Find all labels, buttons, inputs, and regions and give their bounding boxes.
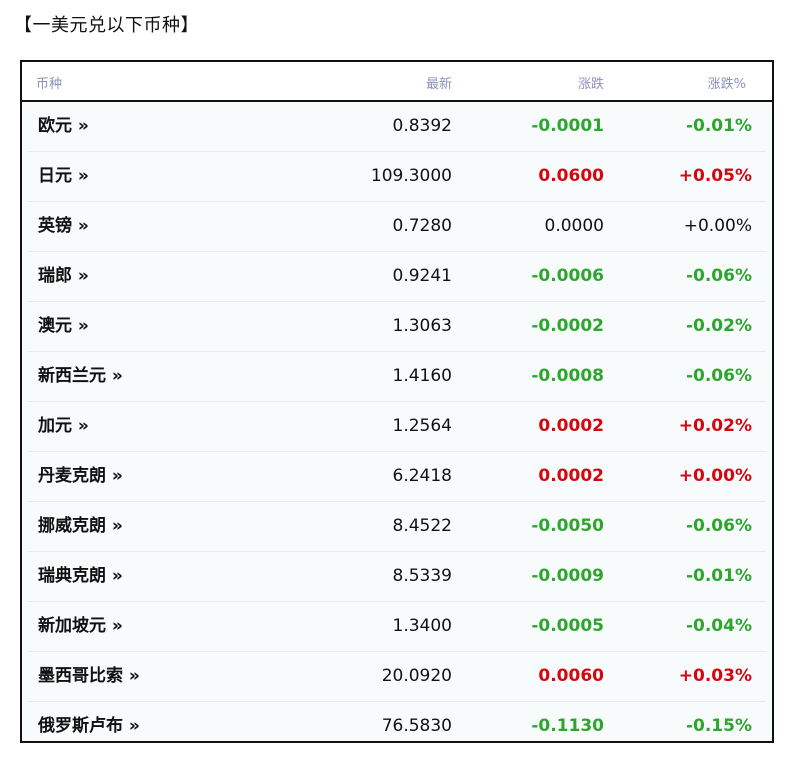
currency-name-link[interactable]: 墨西哥比索 » xyxy=(38,666,140,686)
change-value: 0.0000 xyxy=(544,216,604,236)
change-percent: -0.06% xyxy=(685,266,752,286)
currency-name-link[interactable]: 澳元 » xyxy=(38,316,89,336)
change-value: -0.0001 xyxy=(531,116,604,136)
header-change-percent: 涨跌% xyxy=(707,77,746,92)
table-row[interactable]: 欧元 » 0.8392 -0.0001 -0.01% xyxy=(28,102,766,152)
currency-name-link[interactable]: 欧元 » xyxy=(38,116,89,136)
latest-value: 8.5339 xyxy=(392,566,452,586)
currency-name-link[interactable]: 瑞郎 » xyxy=(38,266,89,286)
table-header: 币种 最新 涨跌 涨跌% xyxy=(22,62,772,102)
change-percent: -0.06% xyxy=(685,516,752,536)
change-percent: -0.04% xyxy=(685,616,752,636)
change-percent: -0.15% xyxy=(685,716,752,736)
change-percent: -0.01% xyxy=(685,116,752,136)
latest-value: 8.4522 xyxy=(392,516,452,536)
change-value: 0.0600 xyxy=(538,166,604,186)
table-row[interactable]: 日元 » 109.3000 0.0600 +0.05% xyxy=(28,152,766,202)
table-body: 欧元 » 0.8392 -0.0001 -0.01% 日元 » 109.3000… xyxy=(22,102,772,752)
currency-name-link[interactable]: 瑞典克朗 » xyxy=(38,566,123,586)
table-row[interactable]: 瑞郎 » 0.9241 -0.0006 -0.06% xyxy=(28,252,766,302)
currency-name-link[interactable]: 新加坡元 » xyxy=(38,616,123,636)
latest-value: 109.3000 xyxy=(370,166,452,186)
latest-value: 1.4160 xyxy=(392,366,452,386)
currency-name-link[interactable]: 英镑 » xyxy=(38,216,89,236)
table-row[interactable]: 新西兰元 » 1.4160 -0.0008 -0.06% xyxy=(28,352,766,402)
change-percent: -0.06% xyxy=(685,366,752,386)
table-row[interactable]: 挪威克朗 » 8.4522 -0.0050 -0.06% xyxy=(28,502,766,552)
change-value: -0.0005 xyxy=(531,616,604,636)
change-percent: +0.02% xyxy=(678,416,752,436)
latest-value: 1.3063 xyxy=(392,316,452,336)
table-row[interactable]: 新加坡元 » 1.3400 -0.0005 -0.04% xyxy=(28,602,766,652)
change-value: -0.1130 xyxy=(531,716,604,736)
latest-value: 1.2564 xyxy=(392,416,452,436)
table-row[interactable]: 澳元 » 1.3063 -0.0002 -0.02% xyxy=(28,302,766,352)
change-percent: +0.00% xyxy=(683,216,752,236)
change-percent: -0.01% xyxy=(685,566,752,586)
table-row[interactable]: 瑞典克朗 » 8.5339 -0.0009 -0.01% xyxy=(28,552,766,602)
latest-value: 20.0920 xyxy=(381,666,452,686)
table-row[interactable]: 俄罗斯卢布 » 76.5830 -0.1130 -0.15% xyxy=(28,702,766,752)
table-row[interactable]: 丹麦克朗 » 6.2418 0.0002 +0.00% xyxy=(28,452,766,502)
change-percent: +0.05% xyxy=(678,166,752,186)
change-value: 0.0060 xyxy=(538,666,604,686)
change-value: -0.0008 xyxy=(531,366,604,386)
header-latest: 最新 xyxy=(425,77,452,92)
latest-value: 0.7280 xyxy=(392,216,452,236)
latest-value: 76.5830 xyxy=(381,716,452,736)
change-percent: +0.03% xyxy=(678,666,752,686)
currency-table: 币种 最新 涨跌 涨跌% 欧元 » 0.8392 -0.0001 -0.01% … xyxy=(20,60,774,743)
header-change: 涨跌 xyxy=(577,77,604,92)
latest-value: 6.2418 xyxy=(392,466,452,486)
change-percent: -0.02% xyxy=(685,316,752,336)
latest-value: 1.3400 xyxy=(392,616,452,636)
change-value: -0.0050 xyxy=(531,516,604,536)
latest-value: 0.8392 xyxy=(392,116,452,136)
header-currency: 币种 xyxy=(36,77,63,92)
currency-name-link[interactable]: 加元 » xyxy=(38,416,89,436)
latest-value: 0.9241 xyxy=(392,266,452,286)
change-value: 0.0002 xyxy=(538,416,604,436)
currency-name-link[interactable]: 丹麦克朗 » xyxy=(38,466,123,486)
change-value: 0.0002 xyxy=(538,466,604,486)
change-value: -0.0006 xyxy=(531,266,604,286)
table-row[interactable]: 墨西哥比索 » 20.0920 0.0060 +0.03% xyxy=(28,652,766,702)
currency-name-link[interactable]: 新西兰元 » xyxy=(38,366,123,386)
change-value: -0.0002 xyxy=(531,316,604,336)
currency-name-link[interactable]: 俄罗斯卢布 » xyxy=(38,716,140,736)
table-row[interactable]: 英镑 » 0.7280 0.0000 +0.00% xyxy=(28,202,766,252)
page-title: 【一美元兑以下币种】 xyxy=(14,15,199,36)
currency-name-link[interactable]: 挪威克朗 » xyxy=(38,516,123,536)
change-percent: +0.00% xyxy=(678,466,752,486)
currency-name-link[interactable]: 日元 » xyxy=(38,166,89,186)
table-row[interactable]: 加元 » 1.2564 0.0002 +0.02% xyxy=(28,402,766,452)
change-value: -0.0009 xyxy=(531,566,604,586)
